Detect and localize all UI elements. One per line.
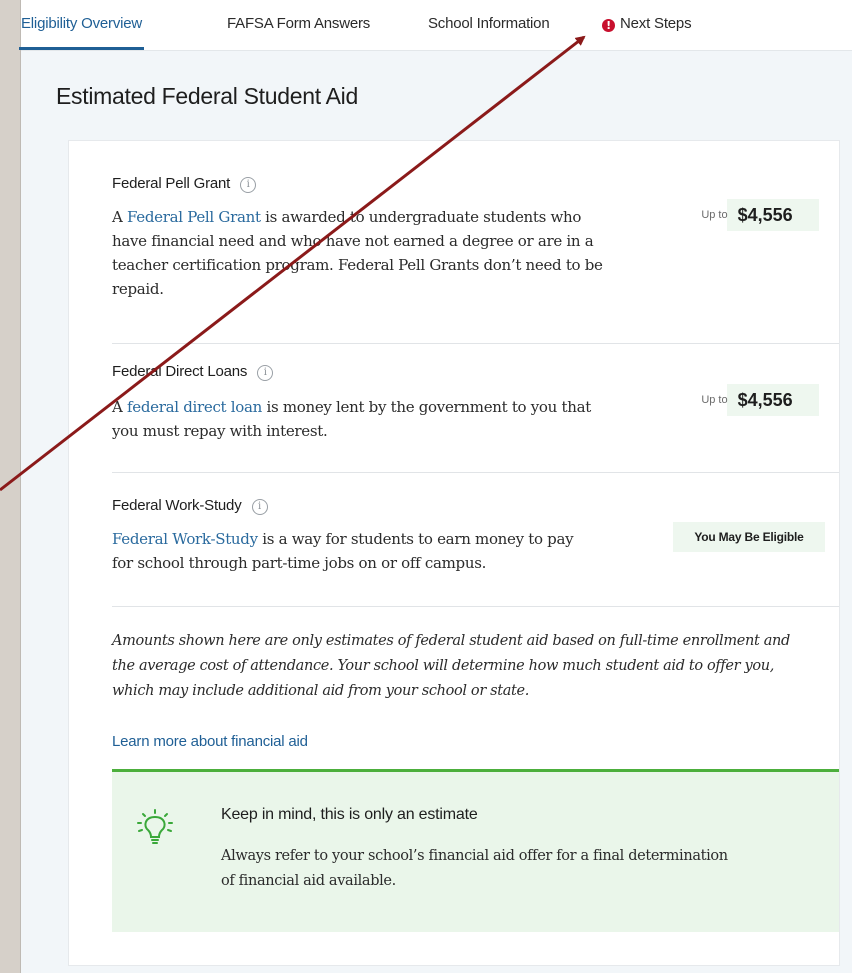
amount-value: $4,556 bbox=[737, 204, 793, 225]
work-study-title: Federal Work-Study i bbox=[112, 497, 268, 515]
info-icon[interactable]: i bbox=[257, 365, 274, 381]
tab-label: School Information bbox=[428, 15, 550, 32]
work-study-description: Federal Work-Study is a way for students… bbox=[112, 527, 582, 575]
pell-grant-link[interactable]: Federal Pell Grant bbox=[127, 208, 261, 226]
callout-body: Always refer to your school’s financial … bbox=[221, 848, 728, 889]
tab-next-steps[interactable]: ! Next Steps bbox=[602, 0, 692, 48]
lightbulb-icon bbox=[137, 809, 173, 844]
direct-loan-link[interactable]: federal direct loan bbox=[127, 398, 262, 416]
pell-desc-prefix: A bbox=[112, 208, 128, 226]
direct-loans-amount: Up to $4,556 bbox=[701, 384, 819, 416]
estimate-disclaimer: Amounts shown here are only estimates of… bbox=[112, 633, 790, 699]
aid-card: Federal Pell Grant i A Federal Pell Grant… bbox=[68, 140, 840, 966]
upto-label: Up to bbox=[701, 394, 728, 406]
tab-eligibility-overview[interactable]: Eligibility Overview bbox=[18, 0, 145, 50]
eligibility-status-badge: You May Be Eligible bbox=[673, 522, 825, 552]
amount-value: $4,556 bbox=[737, 389, 793, 410]
estimate-callout: Keep in mind, this is only an estimate A… bbox=[112, 769, 839, 932]
pell-grant-title: Federal Pell Grant i bbox=[112, 175, 257, 193]
tab-label: Next Steps bbox=[620, 15, 692, 32]
app-frame: Eligibility Overview FAFSA Form Answers … bbox=[18, 0, 852, 973]
callout-title: Keep in mind, this is only an estimate bbox=[221, 806, 478, 823]
info-icon[interactable]: i bbox=[251, 499, 268, 515]
page-title: Estimated Federal Student Aid bbox=[56, 83, 358, 109]
tab-label: Eligibility Overview bbox=[21, 15, 143, 32]
divider bbox=[112, 472, 839, 473]
alert-icon: ! bbox=[602, 19, 615, 32]
tab-school-information[interactable]: School Information bbox=[428, 0, 550, 48]
pell-grant-title-text: Federal Pell Grant bbox=[112, 175, 231, 192]
tab-bar: Eligibility Overview FAFSA Form Answers … bbox=[18, 0, 852, 51]
work-study-link[interactable]: Federal Work-Study bbox=[112, 530, 258, 548]
work-study-title-text: Federal Work-Study bbox=[112, 497, 242, 514]
tab-label: FAFSA Form Answers bbox=[227, 15, 371, 32]
pell-grant-amount: Up to $4,556 bbox=[701, 199, 819, 231]
upto-label: Up to bbox=[701, 209, 728, 221]
loans-desc-prefix: A bbox=[112, 398, 128, 416]
divider bbox=[112, 606, 839, 607]
direct-loans-description: A federal direct loan is money lent by t… bbox=[112, 395, 612, 443]
direct-loans-title-text: Federal Direct Loans bbox=[112, 363, 248, 380]
info-icon[interactable]: i bbox=[240, 177, 257, 193]
pell-grant-description: A Federal Pell Grant is awarded to under… bbox=[112, 205, 612, 301]
divider bbox=[112, 343, 839, 344]
learn-more-link[interactable]: Learn more about financial aid bbox=[112, 733, 308, 750]
direct-loans-title: Federal Direct Loans i bbox=[112, 363, 274, 381]
tab-fafsa-form-answers[interactable]: FAFSA Form Answers bbox=[227, 0, 370, 48]
